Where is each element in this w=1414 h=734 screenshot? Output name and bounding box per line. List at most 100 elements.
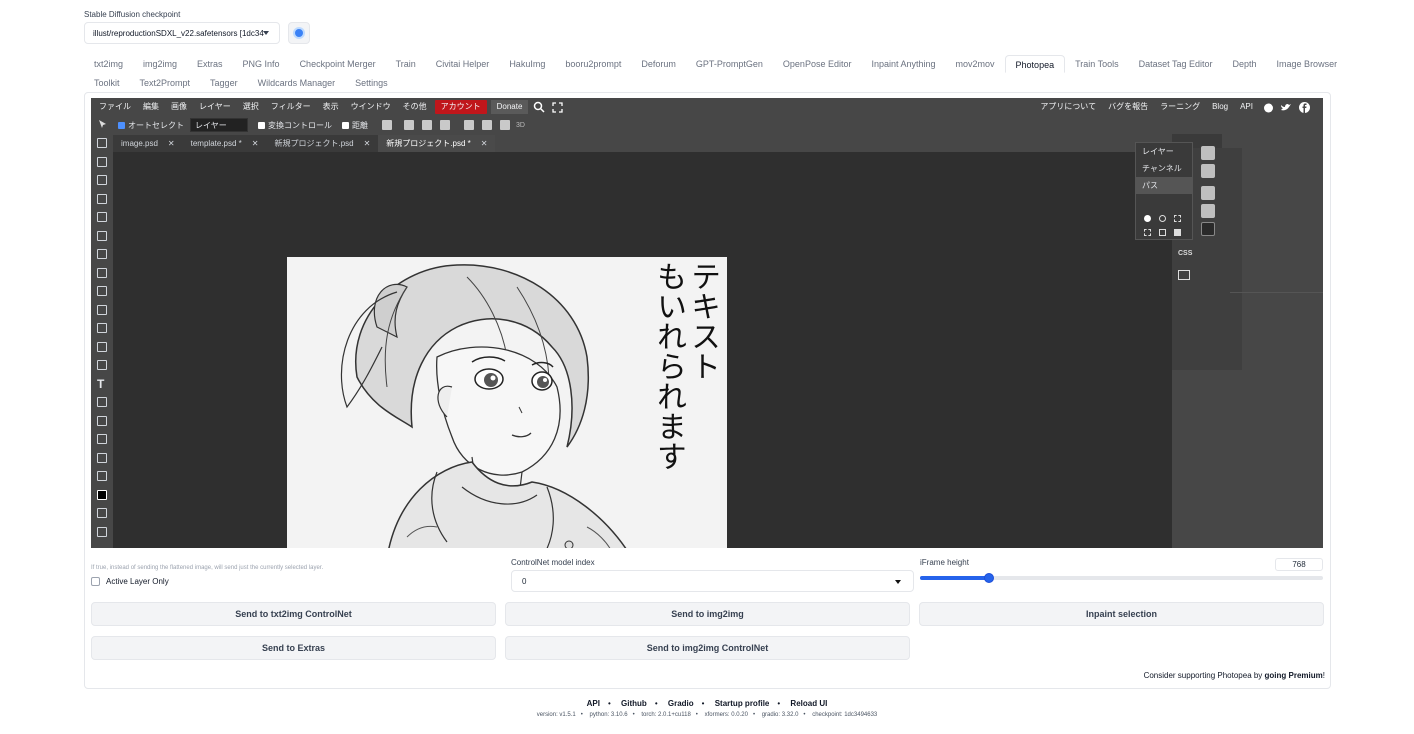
blur-tool-icon[interactable]	[91, 338, 113, 357]
tab-toolkit[interactable]: Toolkit	[84, 74, 130, 92]
iframe-height-slider[interactable]	[920, 573, 1323, 583]
download-icon[interactable]	[382, 120, 392, 130]
history-icon[interactable]	[1201, 146, 1215, 160]
active-layer-only-row[interactable]: Active Layer Only	[91, 577, 169, 586]
tab-dataset-tag-editor[interactable]: Dataset Tag Editor	[1129, 55, 1223, 73]
footer-link-api[interactable]: API	[587, 699, 600, 708]
path-select-tool-icon[interactable]	[91, 412, 113, 431]
color-swatch-tool-icon[interactable]	[91, 486, 113, 505]
inpaint-selection-button[interactable]: Inpaint selection	[919, 602, 1324, 626]
magic-wand-tool-icon[interactable]	[91, 190, 113, 209]
menu-report-bug[interactable]: バグを報告	[1102, 98, 1154, 116]
menu-blog[interactable]: Blog	[1206, 98, 1234, 116]
menu-more[interactable]: その他	[397, 98, 433, 116]
twitter-icon[interactable]	[1280, 101, 1292, 113]
tab-png-info[interactable]: PNG Info	[233, 55, 290, 73]
photopea-canvas-area[interactable]: テキスト もいれられます	[113, 152, 1172, 548]
photopea-frame[interactable]: ファイル 編集 画像 レイヤー 選択 フィルター 表示 ウインドウ その他 アカ…	[91, 98, 1323, 548]
hand-tool-icon[interactable]	[91, 449, 113, 468]
move-tool-icon[interactable]	[91, 134, 113, 153]
send-to-img2img-controlnet-button[interactable]: Send to img2img ControlNet	[505, 636, 910, 660]
menu-image[interactable]: 画像	[165, 98, 193, 116]
channels-icon[interactable]	[1201, 204, 1215, 218]
close-icon[interactable]: ✕	[252, 135, 259, 152]
going-premium-link[interactable]: going Premium	[1265, 671, 1323, 680]
align-right-icon[interactable]	[500, 120, 510, 130]
menu-layer[interactable]: レイヤー	[193, 98, 237, 116]
tab-gpt-promptgen[interactable]: GPT-PromptGen	[686, 55, 773, 73]
delete-path-icon[interactable]	[1174, 229, 1181, 236]
menu-api[interactable]: API	[1234, 98, 1259, 116]
menu-filter[interactable]: フィルター	[265, 98, 317, 116]
tab-mov2mov[interactable]: mov2mov	[946, 55, 1005, 73]
healing-tool-icon[interactable]	[91, 245, 113, 264]
controlnet-index-select[interactable]: 0	[511, 570, 914, 592]
eyedropper-tool-icon[interactable]	[91, 227, 113, 246]
new-path-icon[interactable]	[1159, 229, 1166, 236]
fill-path-icon[interactable]	[1144, 215, 1151, 222]
menu-learning[interactable]: ラーニング	[1154, 98, 1206, 116]
tab-tagger[interactable]: Tagger	[200, 74, 248, 92]
doc-tab[interactable]: template.psd * ✕	[183, 135, 267, 152]
panel-tab-channels[interactable]: チャンネル	[1136, 160, 1192, 177]
tab-deforum[interactable]: Deforum	[631, 55, 686, 73]
tab-train[interactable]: Train	[386, 55, 426, 73]
menu-edit[interactable]: 編集	[137, 98, 165, 116]
menu-about[interactable]: アプリについて	[1034, 98, 1102, 116]
panel-tab-paths[interactable]: パス	[1136, 177, 1192, 194]
pen-tool-icon[interactable]	[91, 393, 113, 412]
align-center-icon[interactable]	[482, 120, 492, 130]
close-icon[interactable]: ✕	[481, 135, 488, 152]
transform-controls-checkbox[interactable]	[258, 121, 265, 129]
tab-civitai-helper[interactable]: Civitai Helper	[426, 55, 500, 73]
image-icon[interactable]	[1178, 270, 1190, 280]
paths-icon[interactable]	[1201, 222, 1215, 236]
quick-mask-tool-icon[interactable]	[91, 504, 113, 523]
tab-image-browser[interactable]: Image Browser	[1267, 55, 1348, 73]
iframe-height-input[interactable]: 768	[1275, 558, 1323, 571]
search-icon[interactable]	[533, 101, 545, 113]
autoselect-checkbox[interactable]	[118, 121, 125, 129]
align-top-icon[interactable]	[404, 120, 414, 130]
layers-icon[interactable]	[1201, 186, 1215, 200]
footer-link-reload-ui[interactable]: Reload UI	[790, 699, 827, 708]
selection-path-icon[interactable]	[1174, 215, 1181, 222]
eraser-tool-icon[interactable]	[91, 301, 113, 320]
close-icon[interactable]: ✕	[364, 135, 371, 152]
keyboard-tool-icon[interactable]	[91, 523, 113, 542]
active-layer-only-checkbox[interactable]	[91, 577, 100, 586]
tab-inpaint-anything[interactable]: Inpaint Anything	[861, 55, 945, 73]
three-d-label[interactable]: 3D	[516, 122, 525, 129]
fullscreen-icon[interactable]	[551, 101, 563, 113]
footer-link-gradio[interactable]: Gradio	[668, 699, 694, 708]
stroke-path-icon[interactable]	[1159, 215, 1166, 222]
send-to-extras-button[interactable]: Send to Extras	[91, 636, 496, 660]
crop-tool-icon[interactable]	[91, 208, 113, 227]
css-label[interactable]: CSS	[1178, 250, 1192, 257]
menu-select[interactable]: 選択	[237, 98, 265, 116]
distance-checkbox[interactable]	[342, 121, 349, 129]
refresh-checkpoint-button[interactable]	[288, 22, 310, 44]
tab-text2prompt[interactable]: Text2Prompt	[130, 74, 201, 92]
menu-window[interactable]: ウインドウ	[345, 98, 397, 116]
type-tool-icon[interactable]: T	[91, 375, 113, 394]
align-bottom-icon[interactable]	[440, 120, 450, 130]
gradient-tool-icon[interactable]	[91, 319, 113, 338]
doc-tab[interactable]: image.psd ✕	[113, 135, 183, 152]
autoselect-target-select[interactable]: レイヤー	[190, 118, 248, 132]
doc-tab-active[interactable]: 新規プロジェクト.psd * ✕	[378, 135, 496, 152]
tab-booru2prompt[interactable]: booru2prompt	[555, 55, 631, 73]
tab-depth[interactable]: Depth	[1223, 55, 1267, 73]
send-to-txt2img-controlnet-button[interactable]: Send to txt2img ControlNet	[91, 602, 496, 626]
align-left-icon[interactable]	[464, 120, 474, 130]
tab-wildcards-manager[interactable]: Wildcards Manager	[248, 74, 346, 92]
align-middle-icon[interactable]	[422, 120, 432, 130]
tab-openpose-editor[interactable]: OpenPose Editor	[773, 55, 862, 73]
shape-tool-icon[interactable]	[91, 430, 113, 449]
tab-extras[interactable]: Extras	[187, 55, 233, 73]
reddit-icon[interactable]	[1262, 101, 1274, 113]
tab-img2img[interactable]: img2img	[133, 55, 187, 73]
send-to-img2img-button[interactable]: Send to img2img	[505, 602, 910, 626]
stamp-tool-icon[interactable]	[91, 282, 113, 301]
brush-tool-icon[interactable]	[91, 264, 113, 283]
